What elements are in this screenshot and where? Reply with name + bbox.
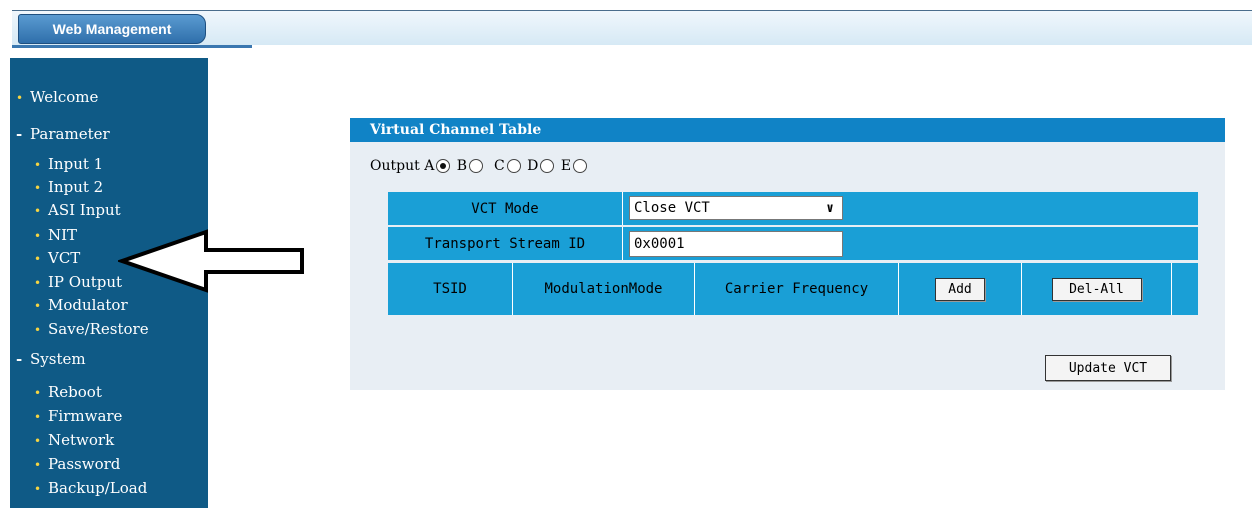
output-selector: Output A B C D E <box>370 158 589 174</box>
sidebar-item-firmware[interactable]: • Firmware <box>34 407 122 425</box>
output-c-radio[interactable] <box>506 159 521 173</box>
ts-id-row: Transport Stream ID 0x0001 <box>388 227 1198 260</box>
output-e-radio[interactable] <box>573 159 588 173</box>
sidebar-section-parameter[interactable]: - Parameter <box>16 125 110 143</box>
output-d-label: D <box>527 158 539 174</box>
sidebar-item-password[interactable]: • Password <box>34 455 120 473</box>
sidebar-section-system[interactable]: - System <box>16 350 86 368</box>
bullet-icon: • <box>34 458 42 472</box>
col-modulation-mode: ModulationMode <box>513 263 695 315</box>
bullet-icon: • <box>34 158 42 172</box>
output-d-radio[interactable] <box>540 159 555 173</box>
web-management-tab[interactable]: Web Management <box>18 14 206 44</box>
sidebar-item-reboot[interactable]: • Reboot <box>34 383 102 401</box>
sidebar-item-nit[interactable]: • NIT <box>34 226 77 244</box>
bullet-icon: • <box>34 181 42 195</box>
sidebar-item-welcome[interactable]: • Welcome <box>16 88 98 106</box>
del-all-cell: Del-All <box>1022 263 1172 315</box>
left-arrow-icon <box>118 229 304 293</box>
output-c-label: C <box>493 158 505 174</box>
sidebar-item-vct[interactable]: • VCT <box>34 249 80 267</box>
bullet-icon: • <box>34 229 42 243</box>
bullet-icon: • <box>16 91 24 105</box>
output-b-label: B <box>456 158 468 174</box>
vct-panel: Virtual Channel Table Output A B C D E V… <box>350 118 1225 390</box>
sidebar-item-asi-input[interactable]: • ASI Input <box>34 201 121 219</box>
sidebar-item-ip-output[interactable]: • IP Output <box>34 273 122 291</box>
sidebar-item-input-2[interactable]: • Input 2 <box>34 178 103 196</box>
update-vct-button[interactable]: Update VCT <box>1045 355 1171 381</box>
column-header-row: TSID ModulationMode Carrier Frequency Ad… <box>388 263 1198 315</box>
collapse-icon: - <box>16 350 23 368</box>
ts-id-label: Transport Stream ID <box>388 227 623 260</box>
col-carrier-frequency: Carrier Frequency <box>695 263 899 315</box>
collapse-icon: - <box>16 125 23 143</box>
sidebar-item-input-1[interactable]: • Input 1 <box>34 155 103 173</box>
bullet-icon: • <box>34 410 42 424</box>
bullet-icon: • <box>34 276 42 290</box>
col-tsid: TSID <box>388 263 513 315</box>
tab-underline <box>12 45 252 48</box>
bullet-icon: • <box>34 386 42 400</box>
ts-id-input[interactable]: 0x0001 <box>629 231 843 257</box>
vct-mode-label: VCT Mode <box>388 192 623 225</box>
sidebar-item-modulator[interactable]: • Modulator <box>34 296 128 314</box>
sidebar-item-backup-load[interactable]: • Backup/Load <box>34 479 147 497</box>
bullet-icon: • <box>34 323 42 337</box>
sidebar-item-network[interactable]: • Network <box>34 431 114 449</box>
output-label: Output <box>370 158 420 174</box>
output-a-radio[interactable] <box>436 159 451 173</box>
bullet-icon: • <box>34 252 42 266</box>
del-all-button[interactable]: Del-All <box>1051 277 1142 301</box>
output-e-label: E <box>560 158 572 174</box>
chevron-down-icon: ∨ <box>826 200 834 216</box>
vct-mode-select[interactable]: Close VCT ∨ <box>629 196 843 220</box>
add-cell: Add <box>899 263 1022 315</box>
bullet-icon: • <box>34 482 42 496</box>
output-a-label: A <box>424 158 435 174</box>
output-b-radio[interactable] <box>469 159 484 173</box>
sidebar-item-save-restore[interactable]: • Save/Restore <box>34 320 149 338</box>
bullet-icon: • <box>34 299 42 313</box>
panel-title: Virtual Channel Table <box>350 118 1225 142</box>
bullet-icon: • <box>34 204 42 218</box>
add-button[interactable]: Add <box>935 277 985 301</box>
bullet-icon: • <box>34 434 42 448</box>
top-bar: Web Management <box>0 0 1252 50</box>
vct-mode-row: VCT Mode Close VCT ∨ <box>388 192 1198 225</box>
